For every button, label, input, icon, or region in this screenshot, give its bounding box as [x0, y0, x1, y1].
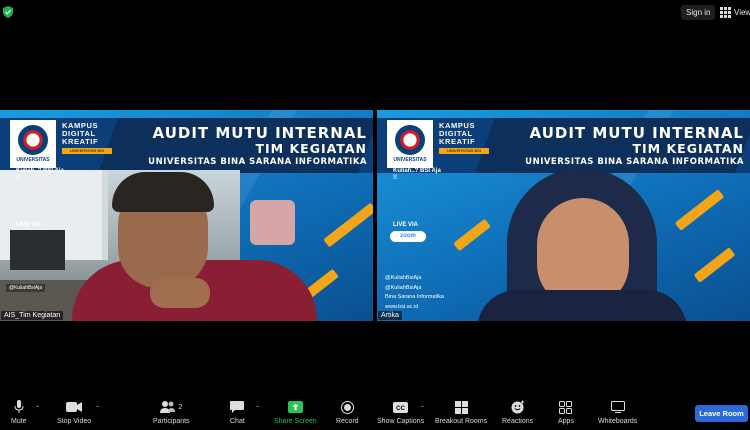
share-screen-button[interactable]: Share Screen — [274, 400, 317, 425]
participant-hair — [112, 172, 214, 212]
banner-university: UNIVERSITAS BINA SARANA INFORMATIKA — [148, 157, 367, 167]
participants-icon — [160, 401, 176, 413]
social-links: @KuliahBsiAja @KuliahBsiAja Bina Sarana … — [385, 274, 444, 312]
banner-university: UNIVERSITAS BINA SARANA INFORMATIKA — [525, 157, 744, 167]
bsi-logo: UNIVERSITAS — [8, 118, 58, 170]
whiteboard-icon — [610, 401, 625, 413]
reactions-button[interactable]: Reactions — [502, 400, 533, 425]
live-via-label: LIVE VIA — [16, 222, 42, 228]
monitor — [10, 230, 65, 270]
video-tile-artika[interactable]: UNIVERSITAS KAMPUS DIGITAL KREATIF UNIVE… — [377, 110, 750, 321]
sign-in-button[interactable]: Sign in — [681, 5, 716, 20]
live-via-label: LIVE VIA — [393, 222, 419, 228]
kampus-tag: UNIVERSITAS BSI — [439, 148, 489, 154]
record-button[interactable]: Record — [336, 400, 359, 425]
whiteboards-button[interactable]: Whiteboards — [598, 400, 637, 425]
share-screen-icon — [287, 401, 303, 413]
chat-bubble-icon — [230, 401, 245, 413]
banner-title: AUDIT MUTU INTERNAL — [152, 124, 367, 142]
chat-options-chevron-icon[interactable]: ⌃ — [255, 405, 260, 412]
microphone-icon — [14, 400, 24, 413]
breakout-rooms-button[interactable]: Breakout Rooms — [435, 400, 487, 425]
whiteboards-label: Whiteboards — [598, 418, 638, 425]
apps-button[interactable]: Apps — [558, 400, 574, 425]
view-label: View — [734, 8, 750, 17]
participants-label: Participants — [153, 418, 190, 425]
grid-view-icon — [720, 7, 731, 18]
bsi-logo-emblem — [18, 125, 48, 155]
meeting-toolbar: Mute ⌃ Stop Video ⌃ 2 Participants Chat … — [0, 396, 750, 430]
banner-subtitle: TIM KEGIATAN — [632, 141, 744, 156]
captions-cc-icon: CC — [393, 401, 409, 413]
mute-button[interactable]: Mute — [11, 400, 27, 425]
record-label: Record — [336, 418, 359, 425]
kampus-digital-kreatif: KAMPUS DIGITAL KREATIF — [62, 122, 98, 146]
security-shield-icon[interactable] — [3, 6, 13, 18]
facebook-page: Bina Sarana Informatika — [385, 294, 445, 300]
kampus-digital-kreatif: KAMPUS DIGITAL KREATIF — [439, 122, 475, 146]
show-captions-button[interactable]: CC Show Captions — [377, 400, 424, 425]
kampus-tag: UNIVERSITAS BSI — [62, 148, 112, 154]
kampus-line-3: KREATIF — [62, 137, 99, 146]
kuliah-slogan: Kuliah..? BSI Aja !! — [16, 168, 64, 181]
reactions-label: Reactions — [502, 418, 534, 425]
banner-subtitle: TIM KEGIATAN — [255, 141, 367, 156]
apps-icon — [559, 400, 573, 414]
chat-button[interactable]: Chat — [230, 400, 245, 425]
participant-torso — [477, 290, 687, 321]
kuliah-slogan: Kuliah..? BSI Aja !! — [393, 168, 441, 181]
svg-text:CC: CC — [396, 406, 405, 412]
share-screen-label: Share Screen — [274, 418, 317, 425]
instagram-handle: @KuliahBsiAja — [385, 284, 422, 291]
participant-name: Artika — [378, 311, 402, 320]
social-handle: @KuliahBsiAja — [6, 284, 46, 292]
bsi-logo-emblem — [395, 125, 425, 155]
participant-name: AIS_Tim Kegiatan — [1, 311, 64, 320]
pink-object — [250, 200, 295, 245]
apps-label: Apps — [558, 418, 574, 425]
mute-options-chevron-icon[interactable]: ⌃ — [35, 405, 40, 412]
top-bar: Sign in View — [0, 0, 750, 24]
bsi-logo-text: UNIVERSITAS — [16, 157, 50, 163]
participant-count: 2 — [178, 403, 183, 411]
leave-room-button[interactable]: Leave Room — [695, 405, 748, 422]
chat-label: Chat — [230, 418, 245, 425]
video-camera-icon — [66, 402, 83, 412]
participant-hand — [150, 278, 210, 308]
participants-button[interactable]: 2 Participants — [153, 400, 190, 425]
breakout-rooms-label: Breakout Rooms — [435, 418, 488, 425]
captions-options-chevron-icon[interactable]: ⌃ — [420, 405, 425, 412]
bsi-logo-text: UNIVERSITAS — [393, 157, 427, 163]
stop-video-label: Stop Video — [57, 418, 92, 425]
video-options-chevron-icon[interactable]: ⌃ — [95, 405, 100, 412]
breakout-rooms-icon — [454, 400, 468, 414]
mute-label: Mute — [11, 418, 27, 425]
banner-title: AUDIT MUTU INTERNAL — [529, 124, 744, 142]
stop-video-button[interactable]: Stop Video — [57, 400, 91, 425]
record-icon — [340, 400, 354, 414]
reactions-smiley-icon — [511, 400, 524, 414]
view-button[interactable]: View — [720, 5, 750, 20]
twitter-handle: @KuliahBsiAja — [385, 275, 422, 281]
kampus-line-3: KREATIF — [439, 137, 476, 146]
zoom-logo: zoom — [390, 231, 426, 242]
show-captions-label: Show Captions — [377, 418, 425, 425]
video-tile-ais-tim-kegiatan[interactable]: UNIVERSITAS KAMPUS DIGITAL KREATIF UNIVE… — [0, 110, 373, 321]
bsi-logo: UNIVERSITAS — [385, 118, 435, 170]
